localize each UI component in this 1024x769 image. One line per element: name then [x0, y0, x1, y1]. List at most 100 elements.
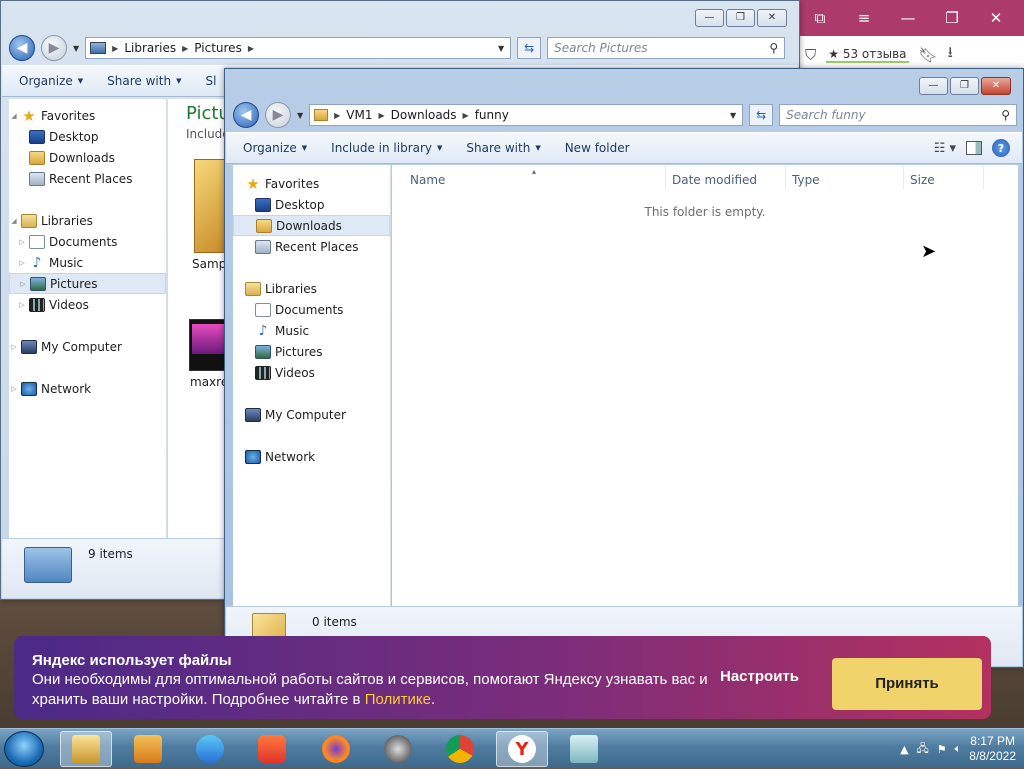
start-button[interactable] — [4, 731, 44, 767]
nav-my-computer[interactable]: ▷ My Computer — [9, 336, 166, 357]
column-type[interactable]: Type — [786, 165, 904, 189]
minimize-button[interactable]: — — [919, 77, 948, 95]
libraries-icon — [21, 213, 37, 228]
sample-pictures-folder-icon[interactable] — [194, 159, 228, 253]
close-button[interactable]: ✕ — [757, 9, 787, 27]
restore-icon[interactable]: ❐ — [930, 0, 974, 36]
nav-favorites[interactable]: ★ Favorites — [233, 173, 390, 194]
library-icon — [24, 547, 72, 583]
nav-documents[interactable]: ▷ Documents — [9, 231, 166, 252]
taskbar-brave[interactable] — [246, 731, 298, 767]
download-icon[interactable]: ⭳ — [948, 42, 953, 67]
forward-button[interactable]: ▶ — [264, 102, 291, 128]
taskbar-raccoon-app[interactable] — [372, 731, 424, 767]
thumbnail-image[interactable] — [189, 319, 228, 371]
taskbar-yandex[interactable]: Y — [496, 731, 548, 767]
maximize-button[interactable]: ❐ — [726, 9, 755, 27]
nav-libraries[interactable]: ◢ Libraries — [9, 210, 166, 231]
taskbar-vm-app[interactable] — [558, 731, 610, 767]
new-folder-button[interactable]: New folder — [556, 141, 639, 155]
recent-pages-dropdown-icon[interactable]: ▼ — [297, 111, 303, 120]
minimize-icon[interactable]: — — [886, 0, 930, 36]
banner-title: Яндекс использует файлы — [32, 652, 232, 669]
column-name[interactable]: Name — [392, 165, 666, 189]
nav-videos[interactable]: ▷ Videos — [9, 294, 166, 315]
share-with-menu[interactable]: Share with ▼ — [98, 74, 190, 88]
column-size[interactable]: Size — [904, 165, 984, 189]
window-controls: — ❐ ✕ — [695, 9, 787, 27]
media-player-icon — [134, 735, 162, 763]
organize-menu[interactable]: Organize ▼ — [10, 74, 92, 88]
bookmark-icon[interactable]: 🔖︎ — [919, 46, 938, 64]
refresh-button[interactable]: ⇆ — [517, 37, 542, 59]
nav-pictures[interactable]: Pictures — [233, 341, 390, 362]
recent-pages-dropdown-icon[interactable]: ▼ — [73, 44, 79, 53]
nav-music[interactable]: ♪ Music — [233, 320, 390, 341]
bookmarks-icon[interactable]: ⧉ — [798, 0, 842, 36]
taskbar-wps[interactable] — [184, 731, 236, 767]
taskbar-firefox[interactable] — [310, 731, 362, 767]
address-dropdown-icon[interactable]: ▼ — [724, 111, 742, 120]
nav-network[interactable]: ▷ Network — [9, 378, 166, 399]
policy-link[interactable]: Политике — [365, 691, 431, 708]
column-date-modified[interactable]: Date modified — [666, 165, 786, 189]
taskbar-chrome[interactable] — [434, 731, 486, 767]
breadcrumb-funny[interactable]: funny — [475, 108, 509, 122]
share-with-menu[interactable]: Share with ▼ — [457, 141, 549, 155]
accept-button[interactable]: Принять — [832, 658, 982, 710]
nav-music[interactable]: ▷ ♪ Music — [9, 252, 166, 273]
refresh-button[interactable]: ⇆ — [749, 104, 774, 126]
include-in-library-menu[interactable]: Include in library ▼ — [322, 141, 451, 155]
nav-downloads[interactable]: Downloads — [233, 215, 390, 236]
address-bar[interactable]: ▶ Libraries ▶ Pictures ▶ ▼ — [85, 37, 512, 59]
close-button[interactable]: ✕ — [981, 77, 1011, 95]
nav-downloads[interactable]: Downloads — [9, 147, 166, 168]
address-dropdown-icon[interactable]: ▼ — [492, 44, 510, 53]
help-icon[interactable]: ? — [992, 139, 1010, 157]
nav-desktop[interactable]: Desktop — [9, 126, 166, 147]
volume-tray-icon[interactable]: 🔈︎ — [955, 742, 962, 756]
minimize-button[interactable]: — — [695, 9, 724, 27]
menu-icon[interactable]: ≡ — [842, 0, 886, 36]
network-tray-icon[interactable]: 🖧︎ — [917, 740, 929, 759]
maximize-button[interactable]: ❐ — [950, 77, 979, 95]
navigation-bar: ◀ ▶ ▼ ▶ VM1 ▶ Downloads ▶ funny ▼ ⇆ Sear… — [233, 100, 1017, 130]
reviews-rating[interactable]: ★ 53 отзыва — [826, 47, 909, 63]
nav-desktop[interactable]: Desktop — [233, 194, 390, 215]
search-funny-input[interactable]: Search funny ⚲ — [779, 104, 1017, 126]
change-view-icon[interactable]: ☷ ▾ — [934, 141, 956, 156]
organize-menu[interactable]: Organize ▼ — [234, 141, 316, 155]
forward-button[interactable]: ▶ — [41, 35, 67, 61]
address-bar[interactable]: ▶ VM1 ▶ Downloads ▶ funny ▼ — [309, 104, 744, 126]
yandex-icon: Y — [508, 735, 536, 763]
taskbar-media-player[interactable] — [122, 731, 174, 767]
sort-arrow-icon: ▴ — [532, 167, 537, 176]
protect-icon[interactable]: ⛉ — [805, 46, 816, 64]
taskbar-explorer[interactable] — [60, 731, 112, 767]
recent-places-icon — [255, 239, 271, 254]
search-pictures-input[interactable]: Search Pictures ⚲ — [547, 37, 786, 59]
nav-videos[interactable]: Videos — [233, 362, 390, 383]
configure-button[interactable]: Настроить — [720, 668, 799, 685]
close-icon[interactable]: ✕ — [974, 0, 1018, 36]
back-button[interactable]: ◀ — [9, 35, 35, 61]
nav-favorites[interactable]: ◢ ★ Favorites — [9, 105, 166, 126]
breadcrumb-libraries[interactable]: Libraries — [124, 41, 176, 55]
clock[interactable]: 8:17 PM 8/8/2022 — [969, 734, 1016, 764]
pictures-icon — [30, 276, 46, 291]
breadcrumb-vm1[interactable]: VM1 — [346, 108, 372, 122]
preview-pane-icon[interactable] — [966, 141, 982, 155]
nav-my-computer[interactable]: My Computer — [233, 404, 390, 425]
nav-libraries[interactable]: Libraries — [233, 278, 390, 299]
nav-pictures[interactable]: ▷ Pictures — [9, 273, 166, 294]
nav-documents[interactable]: Documents — [233, 299, 390, 320]
nav-recent-places[interactable]: Recent Places — [233, 236, 390, 257]
flag-tray-icon[interactable]: ⚑ — [937, 743, 947, 756]
nav-recent-places[interactable]: Recent Places — [9, 168, 166, 189]
tray-expand-icon[interactable]: ▲ — [900, 743, 908, 756]
slideshow-button[interactable]: Sl — [196, 74, 225, 88]
breadcrumb-downloads[interactable]: Downloads — [391, 108, 457, 122]
breadcrumb-pictures[interactable]: Pictures — [194, 41, 242, 55]
nav-network[interactable]: Network — [233, 446, 390, 467]
back-button[interactable]: ◀ — [233, 102, 259, 128]
